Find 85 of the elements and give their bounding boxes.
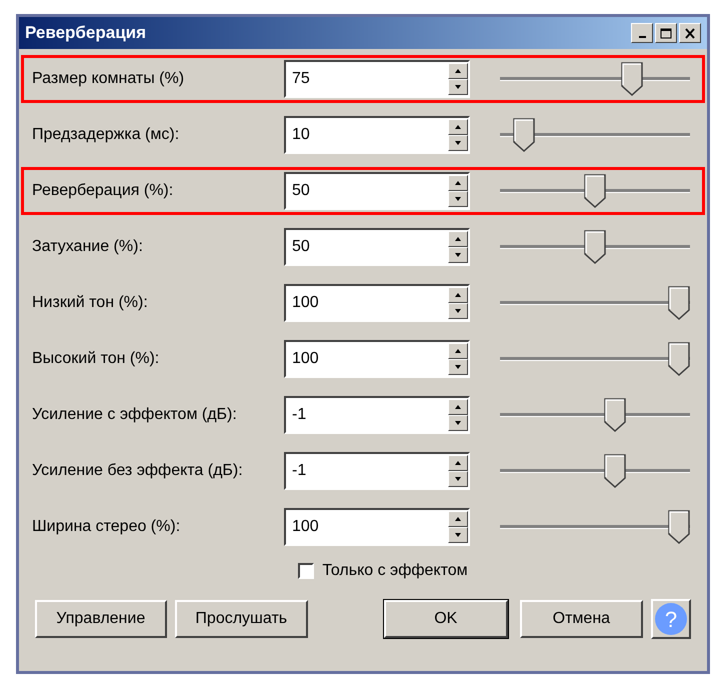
spin-down-button[interactable] [448,79,468,95]
parameter-label: Реверберация (%): [32,181,174,201]
slider[interactable] [500,118,690,152]
up-arrow-icon [455,405,461,409]
slider[interactable] [500,342,690,376]
parameter-label: Усиление без эффекта (дБ): [32,461,244,481]
spin-up-button[interactable] [448,119,468,135]
slider[interactable] [500,286,690,320]
slider-thumb[interactable] [604,398,626,432]
slider-thumb[interactable] [584,230,606,264]
up-arrow-icon [455,293,461,297]
spin-down-button[interactable] [448,135,468,151]
slider[interactable] [500,398,690,432]
number-field[interactable]: 50 [284,172,470,210]
up-arrow-icon [455,461,461,465]
slider-thumb[interactable] [668,510,690,544]
slider[interactable] [500,174,690,208]
spin-up-button[interactable] [448,511,468,527]
down-arrow-icon [455,253,461,257]
slider-thumb[interactable] [620,62,643,96]
spin-up-button[interactable] [448,63,468,79]
spin-up-button[interactable] [448,231,468,247]
number-field[interactable]: 100 [284,284,470,322]
spin-up-button[interactable] [448,175,468,191]
down-arrow-icon [455,477,461,481]
down-arrow-icon [455,85,461,89]
checkbox-label: Только с эффектом [322,561,468,581]
number-field[interactable]: 100 [284,508,470,546]
down-arrow-icon [455,533,461,537]
spin-down-button[interactable] [448,191,468,207]
parameter-label: Низкий тон (%): [32,293,149,313]
down-arrow-icon [455,421,461,425]
parameter-label: Предзадержка (мс): [32,125,180,145]
slider-thumb[interactable] [668,342,690,376]
dialog-button[interactable]: Отмена [520,600,644,638]
spin-up-button[interactable] [448,287,468,303]
slider[interactable] [500,454,690,488]
minimize-button[interactable] [631,23,653,43]
up-arrow-icon [455,349,461,353]
spin-down-button[interactable] [448,303,468,319]
dialog-button[interactable]: Управление [35,600,167,638]
dialog-button[interactable]: Прослушать [174,600,308,638]
spin-down-button[interactable] [448,359,468,375]
number-field[interactable]: 10 [284,116,470,154]
spin-down-button[interactable] [448,471,468,487]
slider-thumb[interactable] [513,118,536,152]
up-arrow-icon [455,181,461,185]
maximize-button[interactable] [655,23,677,43]
up-arrow-icon [455,517,461,521]
spin-up-button[interactable] [448,455,468,471]
number-field[interactable]: 50 [284,228,470,266]
minimize-icon [638,36,646,38]
down-arrow-icon [455,309,461,313]
slider-thumb[interactable] [584,174,606,208]
down-arrow-icon [455,141,461,145]
close-button[interactable] [679,23,701,43]
parameter-label: Размер комнаты (%) [32,69,186,89]
up-arrow-icon [455,125,461,129]
number-field[interactable]: -1 [284,452,470,490]
slider[interactable] [500,510,690,544]
down-arrow-icon [455,197,461,201]
spin-down-button[interactable] [448,415,468,431]
spin-down-button[interactable] [448,527,468,543]
parameter-label: Ширина стерео (%): [32,517,182,537]
down-arrow-icon [455,365,461,369]
up-arrow-icon [455,69,461,73]
spin-up-button[interactable] [448,399,468,415]
parameter-label: Затухание (%): [32,237,144,257]
slider[interactable] [500,62,690,96]
spin-down-button[interactable] [448,247,468,263]
number-field[interactable]: 100 [284,340,470,378]
slider-thumb[interactable] [604,454,626,488]
slider[interactable] [500,230,690,264]
checkbox[interactable] [298,563,314,579]
dialog-button[interactable]: OK [384,600,508,638]
number-field[interactable]: 75 [284,60,470,98]
parameter-label: Усиление с эффектом (дБ): [32,405,238,425]
slider-thumb[interactable] [668,286,690,320]
spin-up-button[interactable] [448,343,468,359]
maximize-icon [660,28,672,38]
up-arrow-icon [455,237,461,241]
close-icon [684,28,696,38]
number-field[interactable]: -1 [284,396,470,434]
parameter-label: Высокий тон (%): [32,349,160,369]
window-title: Реверберация [25,22,146,44]
